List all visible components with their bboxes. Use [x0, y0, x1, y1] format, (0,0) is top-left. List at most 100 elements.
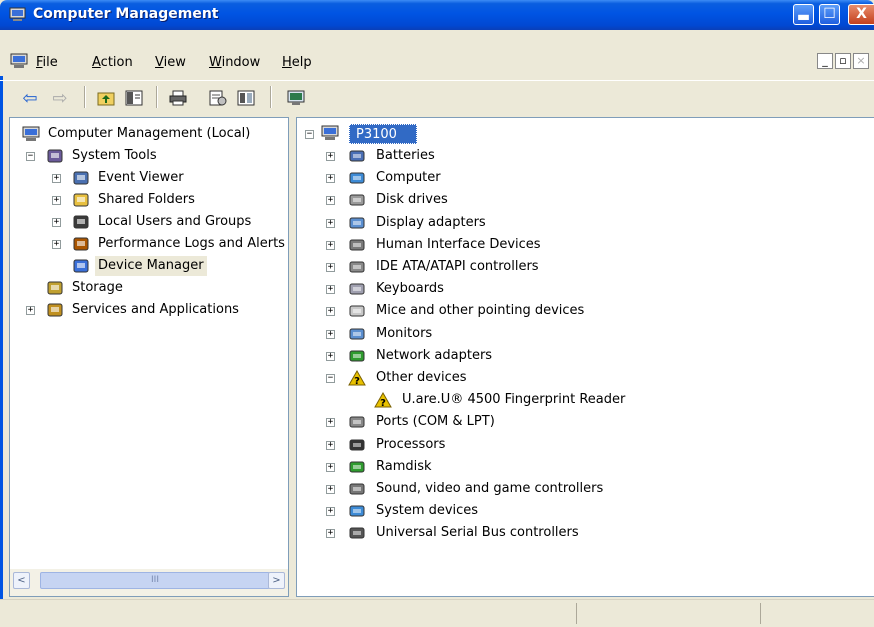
mdi-close-button[interactable]: ×: [853, 53, 869, 69]
expand-toggle[interactable]: +: [326, 507, 335, 517]
expand-toggle[interactable]: +: [326, 462, 335, 472]
expand-toggle[interactable]: +: [26, 306, 35, 315]
expand-toggle[interactable]: +: [326, 218, 335, 228]
mdi-restore-button[interactable]: ▫: [835, 53, 851, 69]
toolbar-separator: [270, 86, 272, 108]
ide-icon: [349, 261, 365, 273]
device-label: Human Interface Devices: [376, 236, 541, 252]
menu-help[interactable]: Help: [282, 55, 312, 70]
services-icon: [47, 303, 63, 317]
status-bar: [0, 599, 874, 627]
collapse-toggle[interactable]: −: [305, 130, 314, 139]
title-bar[interactable]: Computer Management ▬ ☐ X: [0, 0, 874, 30]
expand-toggle[interactable]: +: [326, 529, 335, 539]
device-label: Ports (COM & LPT): [376, 414, 495, 430]
help-button[interactable]: [236, 88, 256, 108]
tree-item-shared-folders[interactable]: + Shared Folders: [48, 190, 287, 210]
up-one-level-button[interactable]: [96, 88, 116, 108]
back-button[interactable]: ⇦: [20, 87, 40, 109]
pane-splitter[interactable]: [289, 117, 296, 597]
up-folder-icon: [97, 92, 115, 106]
show-hide-tree-icon: [125, 90, 143, 106]
expand-toggle[interactable]: +: [326, 152, 335, 161]
scroll-thumb[interactable]: III: [40, 572, 270, 589]
menu-action[interactable]: Action: [92, 55, 133, 70]
users-icon: [73, 215, 89, 229]
device-label: Display adapters: [376, 214, 486, 230]
expand-toggle[interactable]: +: [52, 218, 61, 227]
collapse-toggle[interactable]: −: [26, 152, 35, 161]
menu-view[interactable]: View: [155, 55, 186, 70]
expand-toggle[interactable]: +: [326, 240, 335, 250]
scroll-right-button[interactable]: >: [268, 572, 285, 589]
properties-icon: [209, 90, 227, 106]
device-label: System devices: [376, 503, 479, 519]
svg-text:?: ?: [380, 398, 386, 408]
tree-item-performance-logs-and-alerts[interactable]: + Performance Logs and Alerts: [48, 234, 287, 254]
expand-toggle[interactable]: +: [326, 285, 335, 295]
device-root-label: P3100: [349, 124, 417, 144]
expand-toggle[interactable]: +: [326, 307, 335, 317]
device-label: Disk drives: [376, 192, 448, 208]
device-label: Processors: [376, 436, 446, 452]
device-label: IDE ATA/ATAPI controllers: [376, 259, 539, 274]
device-label: Other devices: [376, 370, 467, 385]
shared-folders-icon: [73, 193, 89, 207]
scroll-left-button[interactable]: <: [13, 572, 30, 589]
sound-icon: [349, 483, 365, 495]
device-label: Mice and other pointing devices: [376, 303, 585, 319]
expand-toggle[interactable]: +: [326, 418, 335, 428]
device-label: Batteries: [376, 148, 435, 163]
device-label: Ramdisk: [376, 458, 432, 474]
menu-file[interactable]: File: [36, 55, 58, 70]
minimize-icon: ▬: [796, 9, 811, 25]
maximize-button[interactable]: ☐: [819, 4, 840, 25]
tree-item-label: Storage: [72, 280, 123, 295]
mdi-minimize-button[interactable]: _: [817, 53, 833, 69]
warning-device-icon: ?: [374, 392, 392, 408]
expand-toggle[interactable]: +: [52, 196, 61, 205]
expand-toggle[interactable]: +: [326, 485, 335, 494]
properties-button[interactable]: [208, 88, 228, 108]
expand-toggle[interactable]: +: [326, 351, 335, 361]
tree-item-label: Local Users and Groups: [98, 214, 252, 229]
usb-icon: [349, 527, 365, 539]
print-button[interactable]: [168, 88, 188, 108]
expand-toggle[interactable]: +: [326, 196, 335, 206]
close-button[interactable]: X: [848, 4, 874, 25]
tree-item-label: System Tools: [72, 148, 157, 163]
print-icon: [169, 90, 187, 106]
battery-icon: [349, 150, 365, 162]
console-tree-pane[interactable]: [9, 117, 289, 597]
tree-item-device-manager[interactable]: Device Manager: [48, 256, 287, 276]
expand-toggle[interactable]: +: [52, 174, 61, 183]
forward-button[interactable]: ⇨: [50, 88, 70, 109]
disk-icon: [349, 194, 365, 206]
mdi-system-icon[interactable]: [10, 53, 28, 69]
menu-window[interactable]: Window: [209, 55, 260, 70]
minimize-button[interactable]: ▬: [793, 4, 814, 25]
device-manager-icon: [73, 259, 89, 273]
window-left-border: [0, 30, 3, 626]
expand-toggle[interactable]: +: [326, 263, 335, 272]
show-hide-tree-button[interactable]: [124, 88, 144, 108]
scroll-right-icon: >: [272, 575, 281, 586]
expand-toggle[interactable]: +: [52, 240, 61, 249]
horizontal-scrollbar[interactable]: < III >: [10, 569, 288, 596]
device-label: Monitors: [376, 325, 433, 341]
expand-toggle[interactable]: +: [326, 329, 335, 339]
expand-toggle[interactable]: +: [326, 174, 335, 184]
expand-toggle[interactable]: +: [326, 440, 335, 450]
close-icon: X: [856, 6, 867, 22]
system-devices-icon: [349, 505, 365, 517]
scan-hardware-button[interactable]: [286, 88, 306, 108]
network-icon: [349, 350, 365, 362]
status-cell: [576, 603, 761, 624]
ramdisk-icon: [349, 461, 365, 473]
back-icon: ⇦: [22, 87, 38, 109]
tree-item-event-viewer[interactable]: + Event Viewer: [48, 168, 287, 188]
tree-item-local-users-and-groups[interactable]: + Local Users and Groups: [48, 212, 287, 232]
monitor-icon: [349, 328, 365, 340]
computer-icon: [321, 125, 339, 140]
collapse-toggle[interactable]: −: [326, 374, 335, 383]
